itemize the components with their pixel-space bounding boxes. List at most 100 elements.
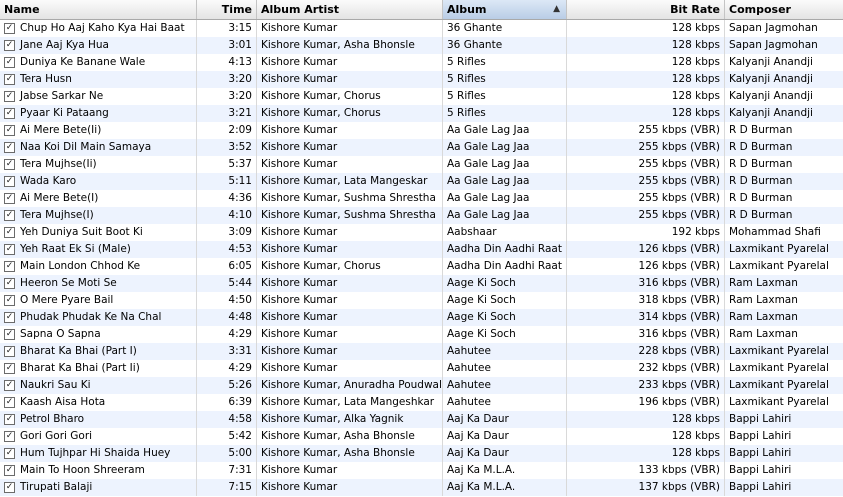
column-header-album[interactable]: Album ▲	[443, 0, 567, 19]
track-checkbox[interactable]: ✓	[4, 380, 15, 391]
track-checkbox[interactable]: ✓	[4, 125, 15, 136]
table-row[interactable]: ✓ Heeron Se Moti Se 5:44 Kishore Kumar Aage …	[0, 275, 843, 292]
table-row[interactable]: ✓ Main To Hoon Shreeram 7:31 Kishore Kumar A…	[0, 462, 843, 479]
column-header-album-artist[interactable]: Album Artist	[257, 0, 443, 19]
table-row[interactable]: ✓ Petrol Bharo 4:58 Kishore Kumar, Alka Yag…	[0, 411, 843, 428]
table-row[interactable]: ✓ Pyaar Ki Pataang 3:21 Kishore Kumar, Chor…	[0, 105, 843, 122]
track-checkbox[interactable]: ✓	[4, 431, 15, 442]
track-time: 2:09	[197, 122, 257, 139]
track-checkbox[interactable]: ✓	[4, 414, 15, 425]
table-row[interactable]: ✓ Tera Husn 3:20 Kishore Kumar 5 Rifles 128 k…	[0, 71, 843, 88]
table-row[interactable]: ✓ Naa Koi Dil Main Samaya 3:52 Kishore Kuma…	[0, 139, 843, 156]
track-name: ✓ Jabse Sarkar Ne	[0, 88, 197, 105]
track-checkbox[interactable]: ✓	[4, 193, 15, 204]
track-checkbox[interactable]: ✓	[4, 346, 15, 357]
track-album-artist: Kishore Kumar, Lata Mangeskar	[257, 173, 443, 190]
table-row[interactable]: ✓ Yeh Duniya Suit Boot Ki 3:09 Kishore Kuma…	[0, 224, 843, 241]
track-checkbox[interactable]: ✓	[4, 312, 15, 323]
track-name: ✓ Yeh Duniya Suit Boot Ki	[0, 224, 197, 241]
track-name: ✓ Bharat Ka Bhai (Part I)	[0, 343, 197, 360]
track-checkbox[interactable]: ✓	[4, 91, 15, 102]
track-checkbox[interactable]: ✓	[4, 227, 15, 238]
table-row[interactable]: ✓ Kaash Aisa Hota 6:39 Kishore Kumar, Lata …	[0, 394, 843, 411]
track-checkbox[interactable]: ✓	[4, 261, 15, 272]
table-row[interactable]: ✓ Hum Tujhpar Hi Shaida Huey 5:00 Kishore K…	[0, 445, 843, 462]
table-row[interactable]: ✓ Main London Chhod Ke 6:05 Kishore Kumar, …	[0, 258, 843, 275]
track-name: ✓ Main To Hoon Shreeram	[0, 462, 197, 479]
track-bit-rate: 233 kbps (VBR)	[567, 377, 725, 394]
table-row[interactable]: ✓ Tera Mujhse(Ii) 5:37 Kishore Kumar Aa Gale…	[0, 156, 843, 173]
track-checkbox[interactable]: ✓	[4, 23, 15, 34]
column-header-name[interactable]: Name	[0, 0, 197, 19]
track-name: ✓ Pyaar Ki Pataang	[0, 105, 197, 122]
track-checkbox[interactable]: ✓	[4, 244, 15, 255]
track-checkbox[interactable]: ✓	[4, 397, 15, 408]
track-album: Aaj Ka Daur	[443, 411, 567, 428]
track-time: 4:58	[197, 411, 257, 428]
track-name: ✓ Duniya Ke Banane Wale	[0, 54, 197, 71]
track-checkbox[interactable]: ✓	[4, 74, 15, 85]
track-composer: Ram Laxman	[729, 328, 798, 340]
column-header-composer[interactable]: Composer	[725, 0, 843, 19]
table-row[interactable]: ✓ Jabse Sarkar Ne 3:20 Kishore Kumar, Choru…	[0, 88, 843, 105]
track-checkbox[interactable]: ✓	[4, 57, 15, 68]
table-row[interactable]: ✓ Phudak Phudak Ke Na Chal 4:48 Kishore Kum…	[0, 309, 843, 326]
track-time: 3:20	[197, 88, 257, 105]
track-name-label: Yeh Duniya Suit Boot Ki	[20, 226, 143, 238]
track-bit-rate: 128 kbps	[567, 54, 725, 71]
table-row[interactable]: ✓ Sapna O Sapna 4:29 Kishore Kumar Aage Ki S…	[0, 326, 843, 343]
track-checkbox[interactable]: ✓	[4, 210, 15, 221]
track-checkbox[interactable]: ✓	[4, 465, 15, 476]
track-album: Aadha Din Aadhi Raat	[443, 258, 567, 275]
column-header-bit-rate[interactable]: Bit Rate	[567, 0, 725, 19]
column-header-time[interactable]: Time	[197, 0, 257, 19]
table-row[interactable]: ✓ Tirupati Balaji 7:15 Kishore Kumar Aaj Ka …	[0, 479, 843, 496]
table-row[interactable]: ✓ Bharat Ka Bhai (Part I) 3:31 Kishore Kuma…	[0, 343, 843, 360]
track-checkbox[interactable]: ✓	[4, 329, 15, 340]
track-checkbox[interactable]: ✓	[4, 108, 15, 119]
track-album-artist: Kishore Kumar	[257, 309, 443, 326]
track-checkbox[interactable]: ✓	[4, 159, 15, 170]
track-album-artist: Kishore Kumar	[257, 20, 443, 37]
track-name: ✓ Gori Gori Gori	[0, 428, 197, 445]
track-composer: R D Burman	[729, 175, 793, 187]
track-name-label: Yeh Raat Ek Si (Male)	[20, 243, 131, 255]
track-time: 3:01	[197, 37, 257, 54]
table-row[interactable]: ✓ Ai Mere Bete(Ii) 2:09 Kishore Kumar Aa Gal…	[0, 122, 843, 139]
track-checkbox[interactable]: ✓	[4, 448, 15, 459]
table-row[interactable]: ✓ Tera Mujhse(I) 4:10 Kishore Kumar, Sushma…	[0, 207, 843, 224]
track-composer: Kalyanji Anandji	[729, 56, 813, 68]
track-checkbox[interactable]: ✓	[4, 278, 15, 289]
table-row[interactable]: ✓ Chup Ho Aaj Kaho Kya Hai Baat 3:15 Kishor…	[0, 20, 843, 37]
track-name-label: Tera Husn	[20, 73, 72, 85]
table-row[interactable]: ✓ Duniya Ke Banane Wale 4:13 Kishore Kumar 5…	[0, 54, 843, 71]
track-composer: Mohammad Shafi	[729, 226, 821, 238]
track-name-label: Phudak Phudak Ke Na Chal	[20, 311, 162, 323]
track-checkbox[interactable]: ✓	[4, 40, 15, 51]
track-checkbox[interactable]: ✓	[4, 142, 15, 153]
table-row[interactable]: ✓ Gori Gori Gori 5:42 Kishore Kumar, Asha B…	[0, 428, 843, 445]
track-composer: R D Burman	[729, 158, 793, 170]
track-album: Aahutee	[443, 343, 567, 360]
track-bit-rate: 255 kbps (VBR)	[567, 139, 725, 156]
track-bit-rate: 128 kbps	[567, 37, 725, 54]
track-album-artist: Kishore Kumar, Sushma Shrestha	[257, 190, 443, 207]
track-checkbox[interactable]: ✓	[4, 482, 15, 493]
track-checkbox[interactable]: ✓	[4, 363, 15, 374]
table-row[interactable]: ✓ Bharat Ka Bhai (Part Ii) 4:29 Kishore Kum…	[0, 360, 843, 377]
track-composer: Bappi Lahiri	[729, 413, 792, 425]
table-row[interactable]: ✓ Jane Aaj Kya Hua 3:01 Kishore Kumar, Asha…	[0, 37, 843, 54]
track-name-label: Bharat Ka Bhai (Part I)	[20, 345, 137, 357]
table-row[interactable]: ✓ O Mere Pyare Bail 4:50 Kishore Kumar Aage …	[0, 292, 843, 309]
track-time: 3:15	[197, 20, 257, 37]
track-name: ✓ Kaash Aisa Hota	[0, 394, 197, 411]
track-time: 3:09	[197, 224, 257, 241]
track-bit-rate: 128 kbps	[567, 428, 725, 445]
track-checkbox[interactable]: ✓	[4, 176, 15, 187]
table-row[interactable]: ✓ Naukri Sau Ki 5:26 Kishore Kumar, Anuradh…	[0, 377, 843, 394]
table-row[interactable]: ✓ Ai Mere Bete(I) 4:36 Kishore Kumar, Sushm…	[0, 190, 843, 207]
track-checkbox[interactable]: ✓	[4, 295, 15, 306]
table-row[interactable]: ✓ Wada Karo 5:11 Kishore Kumar, Lata Manges…	[0, 173, 843, 190]
track-name-label: Main London Chhod Ke	[20, 260, 141, 272]
table-row[interactable]: ✓ Yeh Raat Ek Si (Male) 4:53 Kishore Kumar A…	[0, 241, 843, 258]
